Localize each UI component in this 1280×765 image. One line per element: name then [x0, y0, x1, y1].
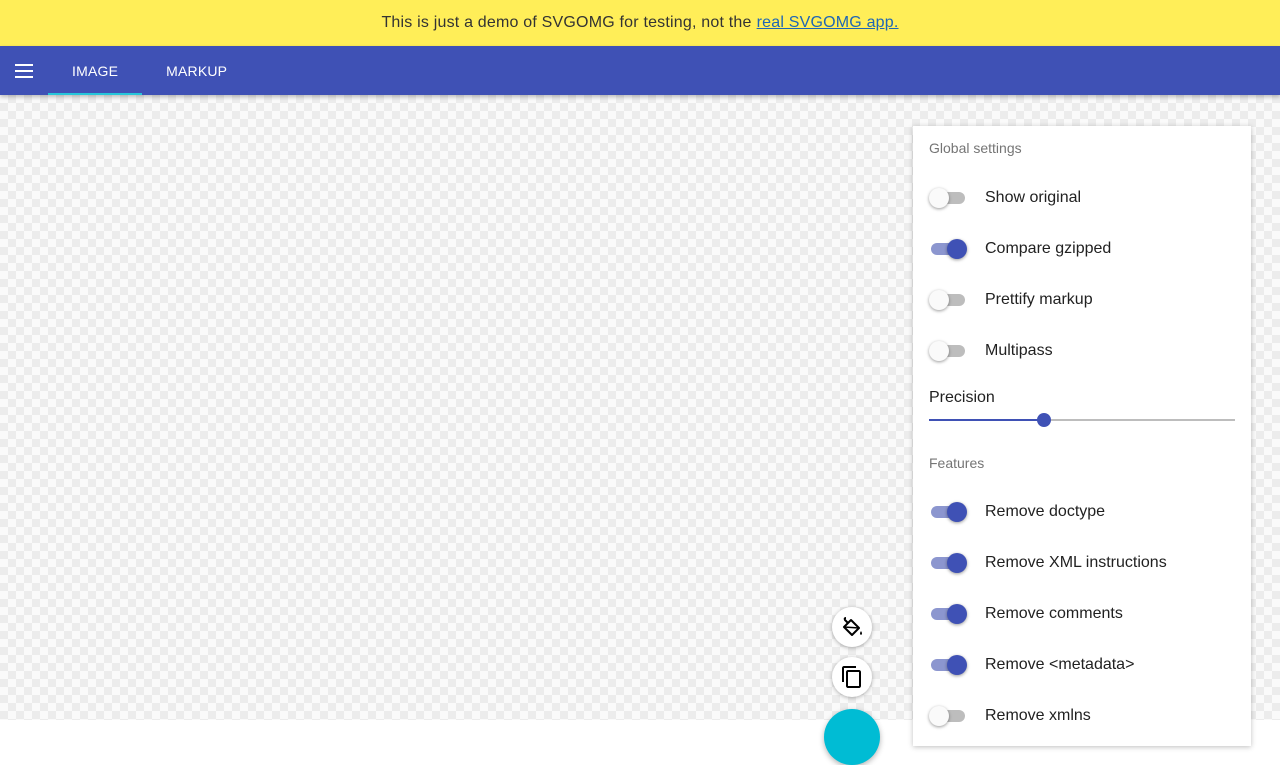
hamburger-menu-icon: [15, 63, 33, 78]
copy-button[interactable]: [832, 657, 872, 697]
copy-icon: [842, 666, 861, 688]
toggle-compare-gzipped[interactable]: Compare gzipped: [913, 229, 1251, 269]
slider-thumb[interactable]: [1037, 413, 1052, 427]
paint-bucket-icon: [843, 617, 862, 636]
row-label: Remove <metadata>: [985, 656, 1135, 673]
switch[interactable]: [929, 289, 967, 311]
row-label: Prettify markup: [985, 291, 1093, 308]
tab-image-label: Image: [72, 62, 119, 79]
tab-markup-label: Markup: [166, 62, 228, 79]
switch[interactable]: [929, 340, 967, 362]
precision-label: Precision: [929, 389, 995, 406]
app-bar: Image Markup: [0, 46, 1280, 95]
real-app-link[interactable]: real SVGOMG app.: [757, 14, 899, 32]
toggle-remove-doctype[interactable]: Remove doctype: [913, 492, 1251, 532]
row-label: Remove comments: [985, 605, 1123, 622]
settings-panel: Global settings Show original Compare gz…: [913, 126, 1251, 746]
switch[interactable]: [929, 705, 967, 727]
global-settings-title: Global settings: [929, 140, 1022, 156]
toggle-show-original[interactable]: Show original: [913, 178, 1251, 218]
switch[interactable]: [929, 603, 967, 625]
download-button[interactable]: [824, 709, 880, 765]
row-label: Show original: [985, 189, 1082, 206]
switch[interactable]: [929, 654, 967, 676]
switch[interactable]: [929, 187, 967, 209]
toggle-remove-xml-instructions[interactable]: Remove XML instructions: [913, 543, 1251, 583]
slider-fill: [929, 419, 1045, 421]
precision-slider[interactable]: [929, 412, 1235, 428]
features-title: Features: [929, 455, 985, 471]
menu-button[interactable]: [0, 46, 48, 95]
background-toggle-button[interactable]: [832, 607, 872, 647]
toggle-prettify-markup[interactable]: Prettify markup: [913, 280, 1251, 320]
toggle-remove-metadata[interactable]: Remove <metadata>: [913, 645, 1251, 685]
row-label: Remove XML instructions: [985, 554, 1167, 571]
row-label: Multipass: [985, 342, 1053, 359]
toggle-remove-xmlns[interactable]: Remove xmlns: [913, 696, 1251, 736]
switch[interactable]: [929, 501, 967, 523]
switch[interactable]: [929, 552, 967, 574]
toggle-multipass[interactable]: Multipass: [913, 331, 1251, 371]
row-label: Remove xmlns: [985, 707, 1091, 724]
toggle-remove-comments[interactable]: Remove comments: [913, 594, 1251, 634]
demo-banner: This is just a demo of SVGOMG for testin…: [0, 0, 1280, 46]
banner-text: This is just a demo of SVGOMG for testin…: [381, 14, 752, 31]
row-label: Compare gzipped: [985, 240, 1112, 257]
row-label: Remove doctype: [985, 503, 1106, 520]
switch[interactable]: [929, 238, 967, 260]
tab-markup[interactable]: Markup: [142, 46, 251, 95]
tab-image[interactable]: Image: [48, 46, 143, 95]
